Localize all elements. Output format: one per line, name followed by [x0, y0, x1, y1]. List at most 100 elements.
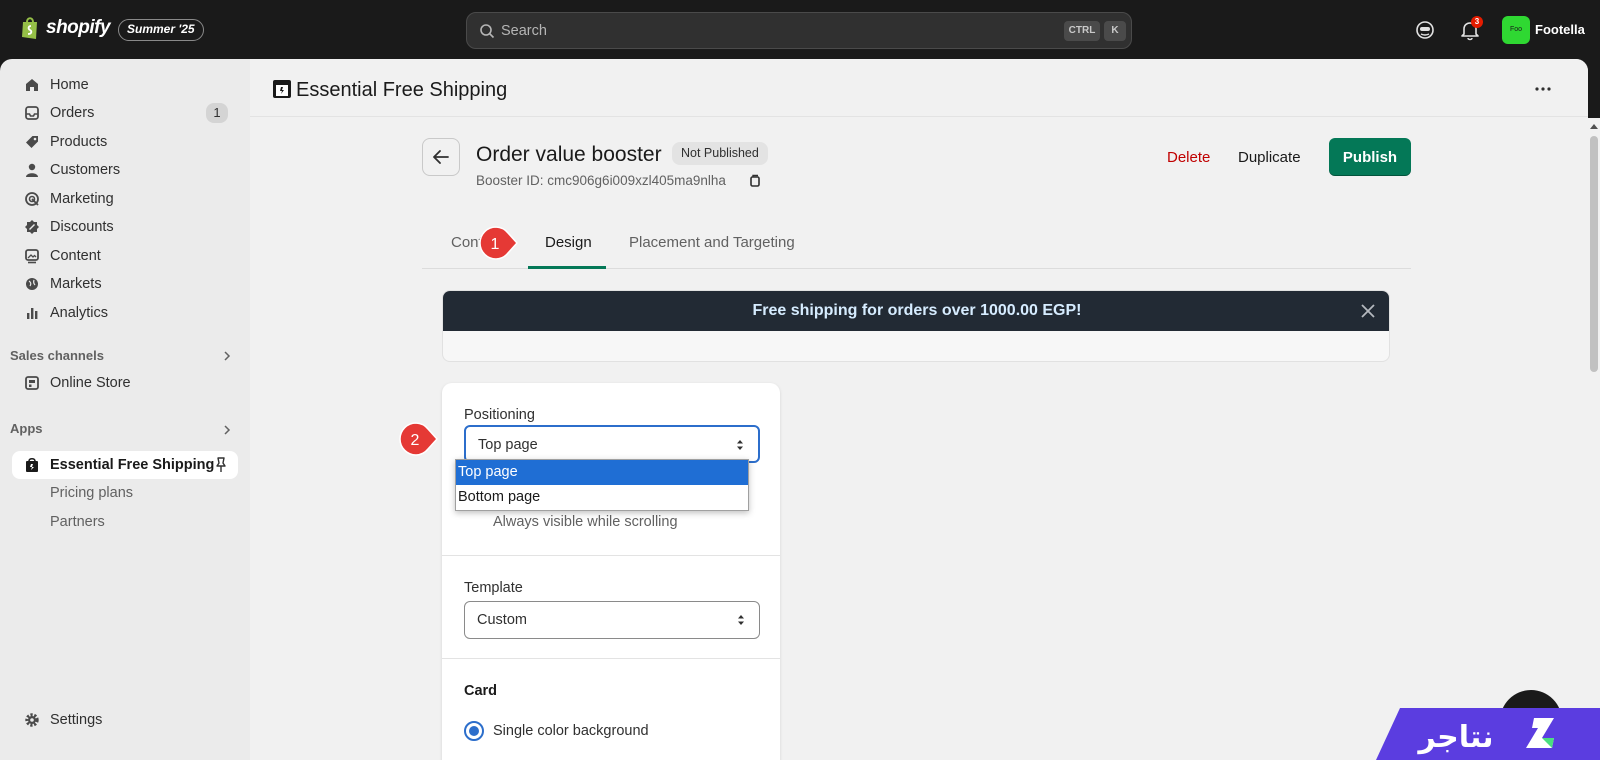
scroll-up-arrow-icon[interactable]: [1590, 122, 1598, 130]
person-icon: [23, 161, 41, 179]
close-icon[interactable]: [1361, 304, 1375, 318]
more-horizontal-icon[interactable]: [1535, 87, 1551, 91]
sidebar-item-label: Markets: [50, 276, 102, 292]
tag-icon: [23, 133, 41, 151]
template-value: Custom: [477, 612, 527, 628]
store-icon: [23, 374, 41, 392]
sidebar-item-markets[interactable]: Markets: [12, 270, 238, 298]
search-icon: [480, 24, 495, 39]
duplicate-button[interactable]: Duplicate: [1238, 149, 1301, 166]
sidebar-item-home[interactable]: Home: [12, 71, 238, 99]
sidekick-icon[interactable]: [1414, 19, 1436, 41]
select-caret-icon: [738, 615, 744, 625]
dropdown-option-top-page[interactable]: Top page: [456, 460, 748, 485]
search-bar[interactable]: Search CTRL K: [466, 12, 1132, 49]
copy-icon[interactable]: [748, 174, 761, 188]
orders-count-badge: 1: [206, 103, 228, 123]
positioning-select[interactable]: Top page: [464, 425, 760, 463]
status-badge: Not Published: [672, 142, 768, 165]
sidebar-item-label: Online Store: [50, 375, 131, 391]
dropdown-option-bottom-page[interactable]: Bottom page: [456, 485, 748, 510]
bar-chart-icon: [23, 304, 41, 322]
image-icon: [23, 247, 41, 265]
main-content: Essential Free Shipping Order value boos…: [250, 59, 1588, 760]
gear-icon: [23, 711, 41, 729]
sidebar-subitem-partners[interactable]: Partners: [50, 514, 105, 530]
apps-header[interactable]: Apps: [10, 421, 43, 436]
sidebar-item-orders[interactable]: Orders 1: [12, 99, 238, 127]
publish-button[interactable]: Publish: [1329, 138, 1411, 176]
banner-message: Free shipping for orders over 1000.00 EG…: [443, 291, 1389, 331]
tab-placement-and-targeting[interactable]: Placement and Targeting: [629, 234, 795, 251]
divider: [442, 658, 780, 659]
template-label: Template: [464, 580, 523, 596]
banner-preview: Free shipping for orders over 1000.00 EG…: [442, 290, 1390, 362]
sidebar-item-essential-free-shipping[interactable]: Essential Free Shipping: [12, 451, 238, 479]
chevron-right-icon[interactable]: [222, 425, 232, 435]
sidebar-item-discounts[interactable]: Discounts: [12, 213, 238, 241]
sidebar-item-content[interactable]: Content: [12, 242, 238, 270]
avatar[interactable]: Foo: [1502, 16, 1530, 44]
delete-button[interactable]: Delete: [1167, 149, 1210, 166]
sidebar-item-label: Products: [50, 134, 108, 150]
positioning-helper-text: Always visible while scrolling: [493, 514, 678, 530]
store-name[interactable]: Footella: [1535, 22, 1585, 37]
card-heading: Card: [464, 683, 498, 699]
scrollbar[interactable]: [1588, 118, 1600, 760]
shopify-bag-icon: [22, 17, 37, 39]
inbox-icon: [23, 104, 41, 122]
app-header: Essential Free Shipping: [250, 59, 1588, 117]
brand-name: shopify: [46, 17, 111, 38]
booster-id: Booster ID: cmc906g6i009xzl405ma9nlha: [476, 173, 726, 188]
sidebar: Home Orders 1 Products Customers Marketi…: [0, 59, 250, 760]
divider: [442, 555, 780, 556]
positioning-value: Top page: [478, 437, 538, 453]
positioning-label: Positioning: [464, 407, 535, 423]
sidebar-item-label: Content: [50, 248, 101, 264]
callout-number: 2: [411, 432, 420, 449]
page-title: Order value booster: [476, 143, 662, 166]
sidebar-subitem-pricing-plans[interactable]: Pricing plans: [50, 485, 133, 501]
template-select[interactable]: Custom: [464, 601, 760, 639]
app-bag-icon: [273, 80, 291, 98]
chevron-right-icon[interactable]: [222, 351, 232, 361]
sidebar-item-label: Discounts: [50, 219, 114, 235]
pin-icon[interactable]: [214, 457, 228, 473]
sidebar-item-online-store[interactable]: Online Store: [12, 369, 238, 397]
sidebar-item-settings[interactable]: Settings: [12, 706, 238, 734]
single-color-radio[interactable]: [464, 721, 484, 741]
tab-design[interactable]: Design: [545, 234, 592, 251]
callout-marker-2: 2: [399, 422, 438, 456]
sidebar-item-products[interactable]: Products: [12, 128, 238, 156]
shortcut-key-k: K: [1104, 21, 1126, 41]
select-caret-icon: [737, 440, 743, 450]
edition-badge[interactable]: Summer '25: [118, 19, 204, 41]
sidebar-item-label: Analytics: [50, 305, 109, 321]
search-placeholder: Search: [501, 23, 547, 39]
globe-icon: [23, 275, 41, 293]
sidebar-item-label: Marketing: [50, 191, 114, 207]
sidebar-item-customers[interactable]: Customers: [12, 156, 238, 184]
sales-channels-header[interactable]: Sales channels: [10, 348, 104, 363]
watermark-logo: نتاجر: [1376, 708, 1600, 760]
target-icon: [23, 190, 41, 208]
top-bar: shopify Summer '25 Search CTRL K 3 Foo F…: [0, 0, 1600, 58]
sidebar-item-label: Essential Free Shipping: [50, 457, 215, 473]
home-icon: [23, 76, 41, 94]
shopify-logo[interactable]: shopify: [20, 16, 111, 40]
app-title: Essential Free Shipping: [296, 79, 508, 101]
design-settings-card: Positioning Top page Always visible whil…: [442, 383, 780, 760]
arrow-left-icon: [433, 150, 449, 164]
single-color-label: Single color background: [493, 723, 649, 739]
back-button[interactable]: [422, 138, 460, 176]
sidebar-item-analytics[interactable]: Analytics: [12, 299, 238, 327]
callout-marker-1: 1: [479, 226, 518, 260]
positioning-dropdown: Top page Bottom page: [455, 459, 749, 511]
shortcut-key-ctrl: CTRL: [1064, 21, 1100, 41]
active-tab-indicator: [528, 266, 606, 269]
sidebar-item-label: Home: [50, 77, 89, 93]
scrollbar-thumb[interactable]: [1590, 136, 1598, 372]
sidebar-item-label: Customers: [50, 162, 121, 178]
discount-icon: [23, 218, 41, 236]
sidebar-item-marketing[interactable]: Marketing: [12, 185, 238, 213]
